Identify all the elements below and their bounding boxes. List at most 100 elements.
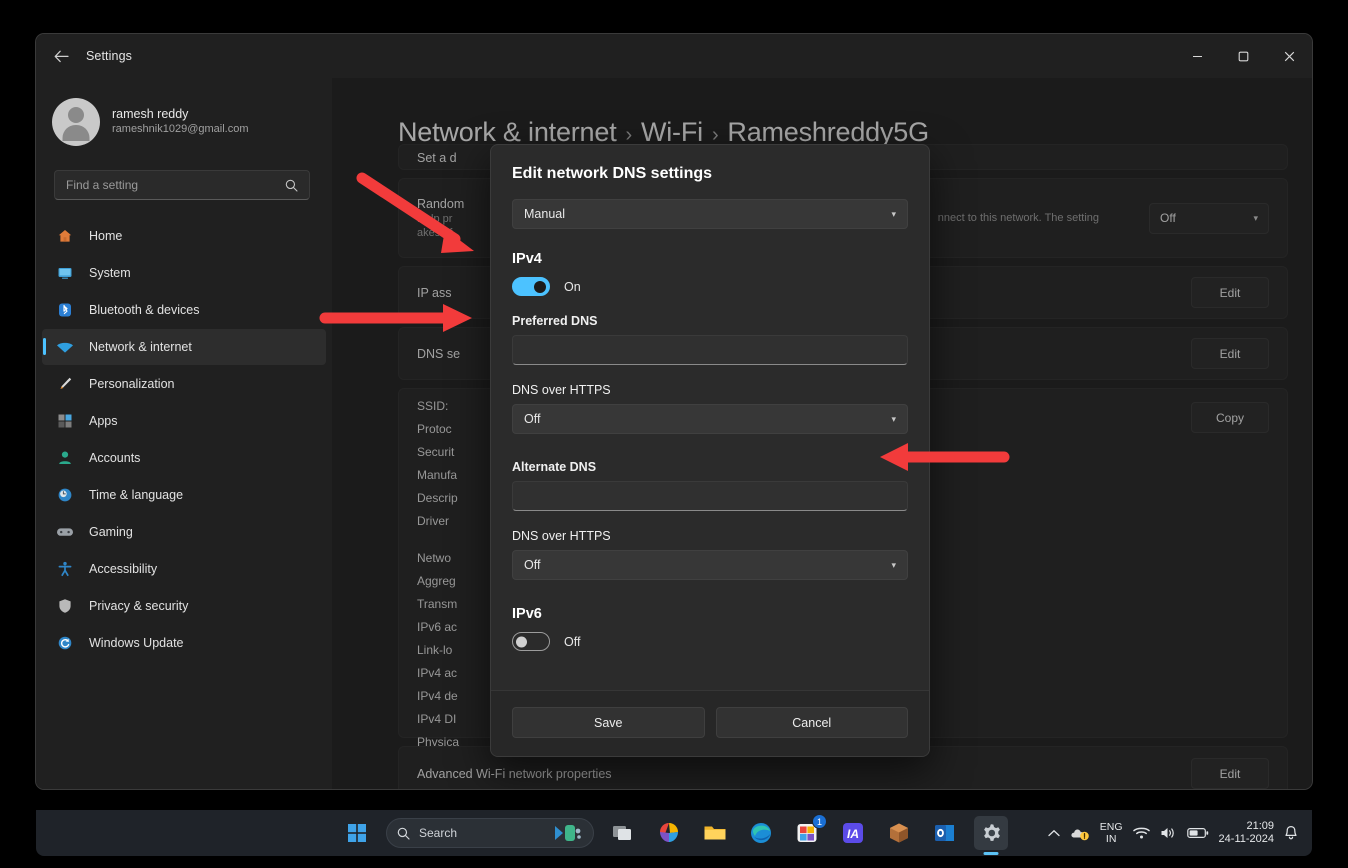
cancel-button[interactable]: Cancel [715, 707, 908, 738]
notification-bell-icon[interactable] [1284, 825, 1298, 841]
search-icon [397, 827, 410, 840]
sidebar-item-bluetooth[interactable]: Bluetooth & devices [42, 292, 326, 328]
ipv4-heading: IPv4 [512, 251, 542, 267]
sidebar-item-accounts[interactable]: Accounts [42, 440, 326, 476]
task-view-icon [613, 826, 631, 840]
desktop-background: Settings ramesh reddy rameshnik1029@gmai… [0, 0, 1348, 868]
ipv4-toggle[interactable] [512, 277, 550, 296]
task-view-button[interactable] [606, 816, 640, 850]
file-explorer-icon [704, 826, 726, 840]
sidebar-item-label: Gaming [89, 525, 133, 539]
sidebar-item-time-language[interactable]: Time & language [42, 477, 326, 513]
start-button[interactable] [340, 816, 374, 850]
language-line-1: ENG [1099, 821, 1123, 833]
sidebar-item-label: Windows Update [89, 636, 184, 650]
sidebar-item-home[interactable]: Home [42, 218, 326, 254]
alternate-doh-value: Off [524, 558, 541, 572]
sidebar-item-system[interactable]: System [42, 255, 326, 291]
alternate-dns-input[interactable] [512, 481, 908, 511]
alternate-doh-dropdown[interactable]: Off ▾ [512, 550, 908, 580]
sidebar-item-label: Accessibility [89, 562, 158, 576]
package-app-button[interactable] [882, 816, 916, 850]
accessibility-icon [54, 559, 76, 579]
onedrive-warning-icon[interactable] [1070, 826, 1090, 841]
alternate-dns-label: Alternate DNS [512, 460, 597, 474]
wifi-icon[interactable] [1132, 826, 1150, 840]
sidebar-item-label: Personalization [89, 377, 175, 391]
ipv6-toggle-state: Off [564, 634, 581, 649]
clock-icon [54, 485, 76, 505]
preferred-doh-value: Off [524, 412, 541, 426]
account-block[interactable]: ramesh reddy rameshnik1029@gmail.com [36, 92, 332, 152]
dialog-body: Edit network DNS settings Manual ▾ IPv4 … [491, 145, 929, 690]
ipv6-toggle[interactable] [512, 632, 550, 651]
taskbar-search-label: Search [419, 826, 458, 840]
taskbar-search-box[interactable]: Search [386, 818, 594, 848]
preferred-doh-dropdown[interactable]: Off ▾ [512, 404, 908, 434]
sidebar-item-label: System [89, 266, 131, 280]
maximize-button[interactable] [1220, 34, 1266, 78]
sidebar-item-label: Apps [89, 414, 118, 428]
search-input[interactable]: Find a setting [54, 170, 310, 200]
minimize-icon [1192, 55, 1202, 57]
settings-window: Settings ramesh reddy rameshnik1029@gmai… [36, 34, 1312, 789]
store-badge-count: 1 [812, 814, 827, 829]
close-icon [1284, 51, 1294, 61]
ipv6-toggle-row: Off [512, 632, 908, 651]
sidebar-item-label: Bluetooth & devices [89, 303, 200, 317]
accounts-icon [54, 448, 76, 468]
sidebar-item-network-internet[interactable]: Network & internet [42, 329, 326, 365]
ipv4-toggle-row: On [512, 277, 908, 296]
chevron-down-icon: ▾ [891, 208, 896, 219]
back-button[interactable] [44, 41, 78, 71]
avatar [52, 98, 100, 146]
home-icon [54, 226, 76, 246]
window-controls [1174, 34, 1312, 78]
windows-start-icon [348, 824, 366, 842]
brush-icon [54, 374, 76, 394]
sidebar-item-accessibility[interactable]: Accessibility [42, 551, 326, 587]
save-button[interactable]: Save [512, 707, 705, 738]
wifi-icon [54, 337, 76, 357]
sidebar-item-label: Privacy & security [89, 599, 189, 613]
maximize-icon [1238, 51, 1248, 61]
preferred-dns-input[interactable] [512, 335, 908, 365]
outlook-icon [935, 825, 954, 841]
volume-icon[interactable] [1160, 826, 1177, 840]
sidebar: ramesh reddy rameshnik1029@gmail.com Fin… [36, 78, 332, 789]
settings-taskbar-button[interactable] [974, 816, 1008, 850]
preferred-doh-label: DNS over HTTPS [512, 383, 611, 397]
language-indicator[interactable]: ENG IN [1100, 821, 1123, 845]
gamepad-icon [54, 522, 76, 542]
outlook-button[interactable] [928, 816, 962, 850]
sidebar-item-apps[interactable]: Apps [42, 403, 326, 439]
file-explorer-button[interactable] [698, 816, 732, 850]
dns-assignment-mode-dropdown[interactable]: Manual ▾ [512, 199, 908, 229]
edge-button[interactable] [744, 816, 778, 850]
store-button[interactable]: 1 [790, 814, 827, 850]
shield-icon [54, 596, 76, 616]
sidebar-item-windows-update[interactable]: Windows Update [42, 625, 326, 661]
battery-icon[interactable] [1186, 827, 1209, 839]
sidebar-item-gaming[interactable]: Gaming [42, 514, 326, 550]
sidebar-nav: Home System Bluetooth & devices Network … [36, 218, 332, 661]
system-tray: ENG IN 21:09 24-11-2024 [1048, 820, 1298, 846]
close-button[interactable] [1266, 34, 1312, 78]
system-icon [54, 263, 76, 283]
show-hidden-icons-chevron[interactable] [1048, 829, 1060, 838]
sidebar-item-privacy-security[interactable]: Privacy & security [42, 588, 326, 624]
window-titlebar: Settings [36, 34, 1312, 78]
edit-dns-dialog: Edit network DNS settings Manual ▾ IPv4 … [490, 144, 930, 757]
taskbar-time: 21:09 [1246, 820, 1274, 832]
clock-date[interactable]: 21:09 24-11-2024 [1219, 820, 1274, 846]
package-app-icon [890, 823, 908, 843]
minimize-button[interactable] [1174, 34, 1220, 78]
illustrator-button[interactable]: IA [836, 816, 870, 850]
adobe-illustrator-icon: IA [843, 823, 863, 843]
sidebar-item-personalization[interactable]: Personalization [42, 366, 326, 402]
taskbar-date: 24-11-2024 [1218, 833, 1274, 845]
microsoft-365-button[interactable] [652, 816, 686, 850]
chevron-down-icon: ▾ [891, 559, 896, 570]
copilot-icon[interactable] [553, 822, 583, 844]
sidebar-item-label: Time & language [89, 488, 184, 502]
